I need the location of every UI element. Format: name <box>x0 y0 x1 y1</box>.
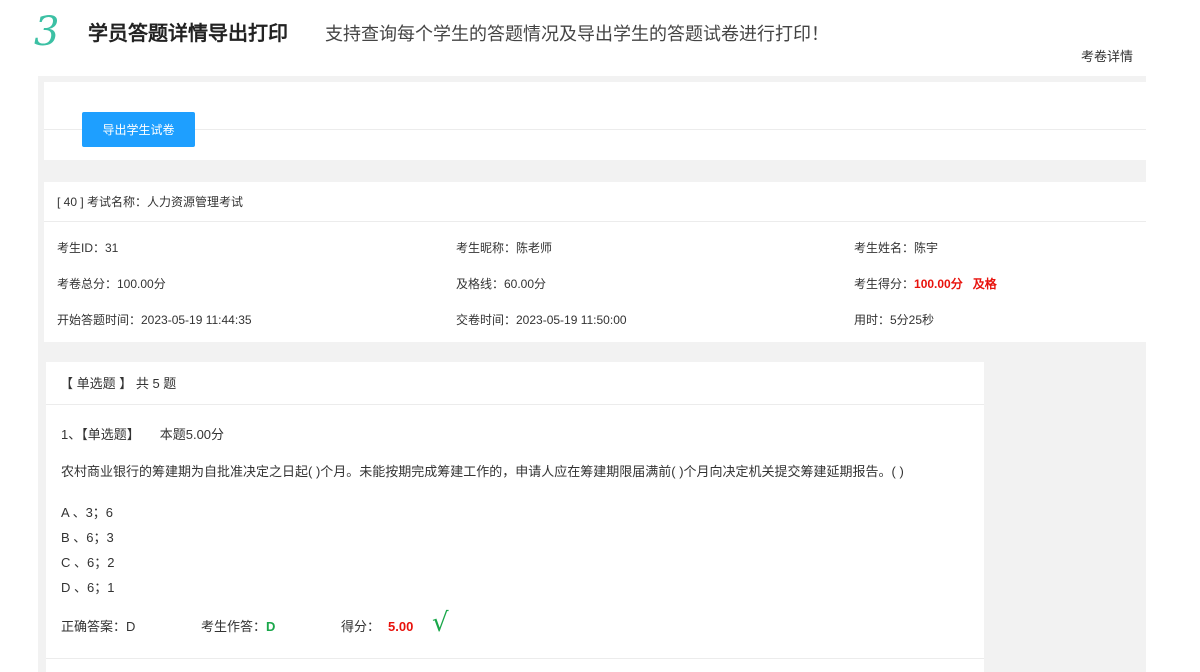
step-number: 3 <box>34 9 60 55</box>
page-label: 考卷详情 <box>1080 49 1133 64</box>
export-student-paper-button[interactable]: 导出学生试卷 <box>82 112 195 147</box>
total-score: 考卷总分：100.00分 <box>57 277 166 291</box>
pass-line: 及格线：60.00分 <box>456 277 547 291</box>
question-score-label: 得分： <box>341 619 381 634</box>
question-score: 得分： 5.00 <box>341 618 413 636</box>
correct-answer: 正确答案：D <box>61 618 135 636</box>
option-d: D 、6；1 <box>61 580 115 595</box>
correct-answer-label: 正确答案： <box>61 619 127 634</box>
correct-answer-value: D <box>126 619 136 634</box>
student-score: 考生得分：100.00分 及格 <box>854 276 997 292</box>
student-score-value: 100.00分 <box>914 277 963 291</box>
exam-name-heading: [ 40 ] 考试名称：人力资源管理考试 <box>44 182 1146 222</box>
check-mark-icon: √ <box>432 608 449 638</box>
question-score-value: 5.00 <box>388 619 414 634</box>
student-answer: 考生作答：D <box>201 618 275 636</box>
toolbar-card: 导出学生试卷 <box>44 82 1146 160</box>
student-name: 考生姓名：陈宇 <box>854 241 939 255</box>
question-section-card: 【 单选题 】 共 5 题 1、【单选题】 本题5.00分 农村商业银行的筹建期为… <box>46 362 984 672</box>
question-divider <box>46 658 984 659</box>
app-area: 导出学生试卷 [ 40 ] 考试名称：人力资源管理考试 考生ID：31 考生昵称… <box>38 76 1146 672</box>
option-b: B 、6；3 <box>61 530 114 545</box>
question-stem: 农村商业银行的筹建期为自批准决定之日起( )个月。未能按期完成筹建工作的，申请人… <box>61 464 904 479</box>
page: 3 学员答题详情导出打印 支持查询每个学生的答题情况及导出学生的答题试卷进行打印… <box>0 0 1200 672</box>
option-c: C 、6；2 <box>61 555 115 570</box>
feature-description: 支持查询每个学生的答题情况及导出学生的答题试卷进行打印！ <box>325 24 829 44</box>
question-points: 本题5.00分 <box>159 427 225 442</box>
question-title: 1、【单选题】 本题5.00分 <box>61 426 224 444</box>
student-nickname: 考生昵称：陈老师 <box>456 241 553 255</box>
start-time: 开始答题时间：2023-05-19 11:44:35 <box>57 313 252 327</box>
toolbar-divider <box>44 129 1146 130</box>
student-answer-label: 考生作答： <box>201 619 267 634</box>
student-id: 考生ID：31 <box>57 241 119 255</box>
submit-time: 交卷时间：2023-05-19 11:50:00 <box>456 313 627 327</box>
option-a: A 、3；6 <box>61 505 114 520</box>
student-score-label: 考生得分： <box>854 277 915 291</box>
pass-status-badge: 及格 <box>972 277 997 291</box>
student-answer-value: D <box>266 619 276 634</box>
question-number-type: 1、【单选题】 <box>61 427 140 442</box>
feature-title: 学员答题详情导出打印 <box>88 23 288 45</box>
question-section-heading: 【 单选题 】 共 5 题 <box>46 362 984 405</box>
exam-info-card: [ 40 ] 考试名称：人力资源管理考试 考生ID：31 考生昵称：陈老师 考生… <box>44 182 1146 342</box>
duration: 用时：5分25秒 <box>854 313 935 327</box>
